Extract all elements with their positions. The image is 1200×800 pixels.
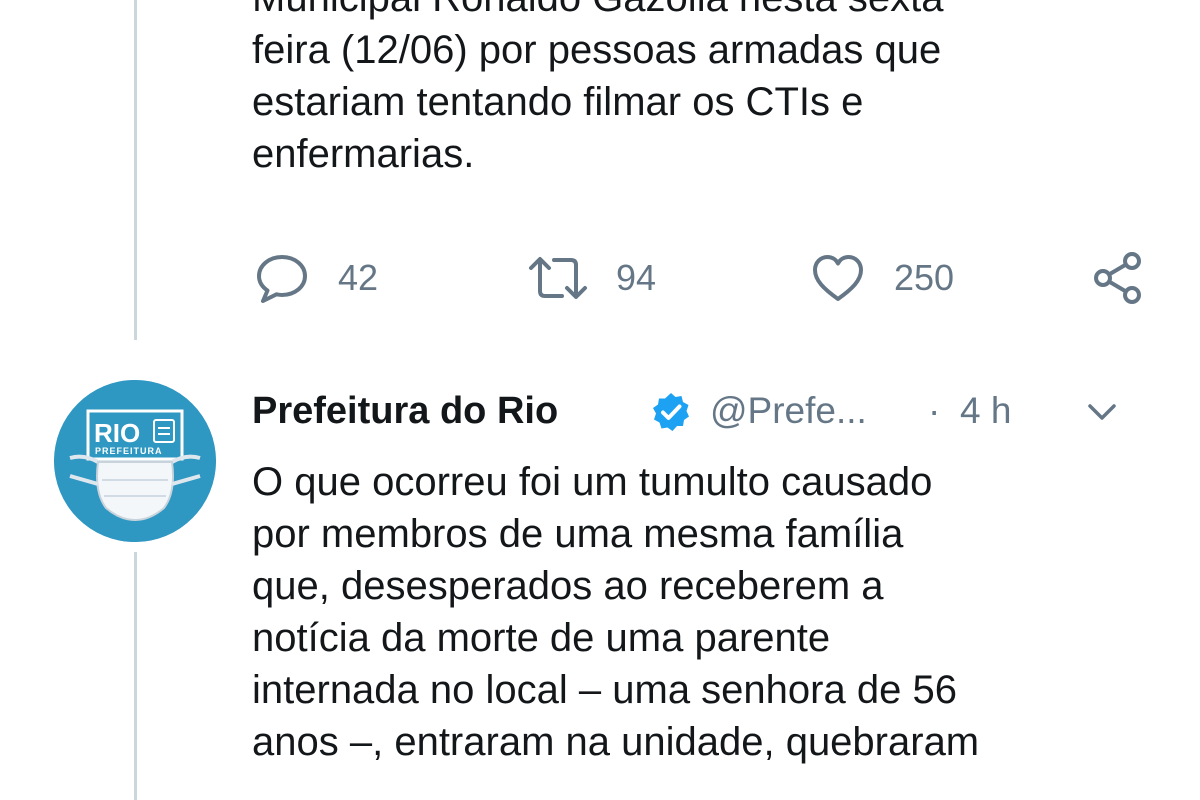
tweet-text-line: enfermarias.: [252, 132, 475, 176]
author-handle[interactable]: @Prefe...: [710, 380, 867, 442]
tweet-text-line: internada no local – uma senhora de 56: [252, 668, 957, 712]
reply-button[interactable]: 42: [252, 248, 378, 308]
avatar[interactable]: RIO PREFEITURA: [54, 380, 216, 542]
verified-badge-icon: [653, 393, 689, 431]
like-count: 250: [894, 257, 955, 298]
reply-icon: [257, 255, 307, 303]
tweet-text-line: por membros de uma mesma família: [252, 512, 904, 556]
previous-tweet-text: Municipal Ronaldo Gazolla nesta sexta fe…: [252, 0, 944, 180]
share-button[interactable]: [1088, 248, 1148, 308]
rio-prefeitura-logo: RIO PREFEITURA: [54, 380, 216, 542]
author-name[interactable]: Prefeitura do Rio: [252, 380, 558, 442]
tweet-thread: Municipal Ronaldo Gazolla nesta sexta fe…: [0, 0, 1200, 800]
tweet-actions-bar: 42 94 250: [252, 248, 1152, 308]
reply-count: 42: [338, 257, 379, 298]
retweet-icon: [529, 257, 587, 299]
svg-text:PREFEITURA: PREFEITURA: [95, 446, 163, 456]
chevron-down-icon[interactable]: [1084, 394, 1120, 430]
tweet-text-line: O que ocorreu foi um tumulto causado: [252, 460, 933, 504]
tweet-text-line: Municipal Ronaldo Gazolla nesta sexta: [252, 0, 944, 24]
tweet-header: Prefeitura do Rio @Prefe... · 4 h: [252, 380, 1152, 442]
thread-connector-line: [134, 0, 137, 340]
like-button[interactable]: 250: [808, 248, 954, 308]
tweet-text-line: estariam tentando filmar os CTIs e: [252, 80, 864, 124]
heart-icon: [813, 255, 863, 301]
tweet-text-line: que, desesperados ao receberem a: [252, 564, 884, 608]
svg-text:RIO: RIO: [94, 418, 140, 448]
retweet-count: 94: [616, 257, 657, 298]
thread-connector-line: [134, 552, 137, 800]
tweet-text: O que ocorreu foi um tumulto causado por…: [252, 456, 979, 768]
tweet-text-line: notícia da morte de uma parente: [252, 616, 831, 660]
tweet-text-line: anos –, entraram na unidade, quebraram: [252, 720, 980, 764]
meta-separator: ·: [928, 390, 941, 431]
tweet-text-line: feira (12/06) por pessoas armadas que: [252, 28, 942, 72]
tweet-timestamp[interactable]: 4 h: [960, 380, 1011, 442]
share-icon: [1094, 252, 1141, 304]
retweet-button[interactable]: 94: [526, 248, 656, 308]
